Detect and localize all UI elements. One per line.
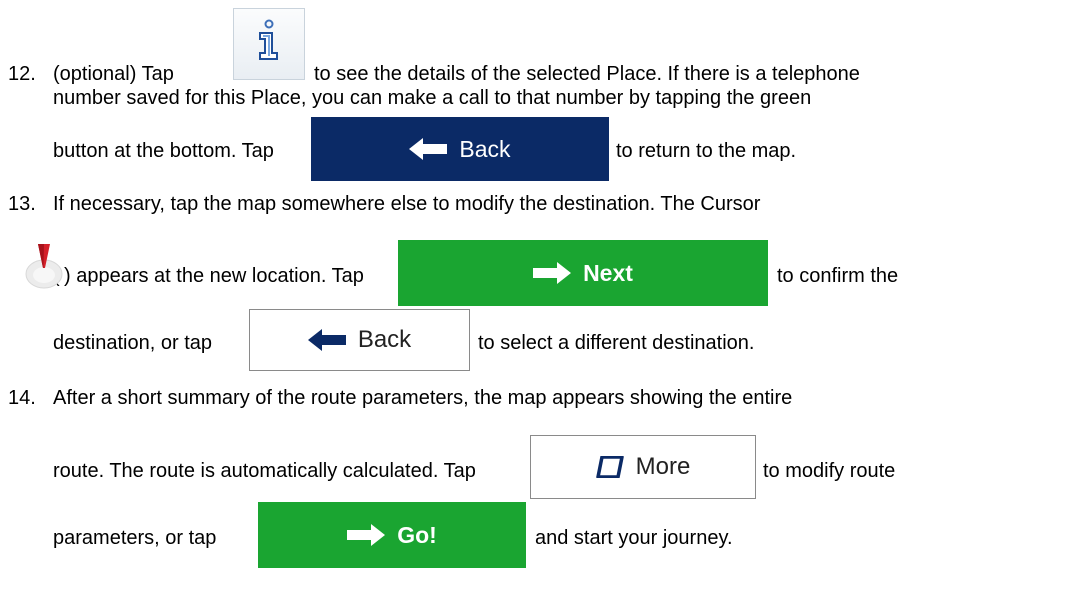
more-button[interactable]: More <box>530 435 756 499</box>
step-text: After a short summary of the route param… <box>53 387 793 409</box>
step-text: If necessary, tap the map somewhere else… <box>53 193 761 215</box>
step-text: to see the details of the selected Place… <box>314 63 860 85</box>
step-text: number saved for this Place, you can mak… <box>53 87 812 109</box>
back-button-label: Back <box>357 326 412 353</box>
arrow-left-icon <box>409 138 448 160</box>
more-button-label: More <box>635 453 691 480</box>
rounded-square-icon <box>595 456 624 478</box>
step-text: parameters, or tap <box>53 527 217 549</box>
back-button-dark[interactable]: Back <box>311 117 609 181</box>
arrow-left-icon <box>307 329 346 351</box>
arrow-right-icon <box>347 524 386 546</box>
next-button[interactable]: Next <box>398 240 768 306</box>
info-icon <box>259 19 278 60</box>
step-text: to confirm the <box>777 265 899 287</box>
step-text: destination, or tap <box>53 332 212 354</box>
step-text: ) appears at the new location. Tap <box>64 265 364 287</box>
map-cursor-icon <box>25 244 63 289</box>
step-text: to return to the map. <box>616 140 797 162</box>
step-number: 13. <box>8 193 36 215</box>
go-button[interactable]: Go! <box>258 502 526 568</box>
back-button-label: Back <box>459 135 511 162</box>
arrow-right-icon <box>533 262 572 284</box>
step-text: route. The route is automatically calcul… <box>53 460 476 482</box>
next-button-label: Next <box>583 259 633 286</box>
step-text: button at the bottom. Tap <box>53 140 274 162</box>
info-button[interactable] <box>233 8 305 80</box>
go-button-label: Go! <box>397 521 437 548</box>
step-number: 12. <box>8 63 36 85</box>
step-number: 14. <box>8 387 36 409</box>
step-text: and start your journey. <box>535 527 733 549</box>
step-text: to modify route <box>763 460 896 482</box>
step-text: (optional) Tap <box>53 63 174 85</box>
back-button-light[interactable]: Back <box>249 309 470 371</box>
step-text: to select a different destination. <box>478 332 755 354</box>
